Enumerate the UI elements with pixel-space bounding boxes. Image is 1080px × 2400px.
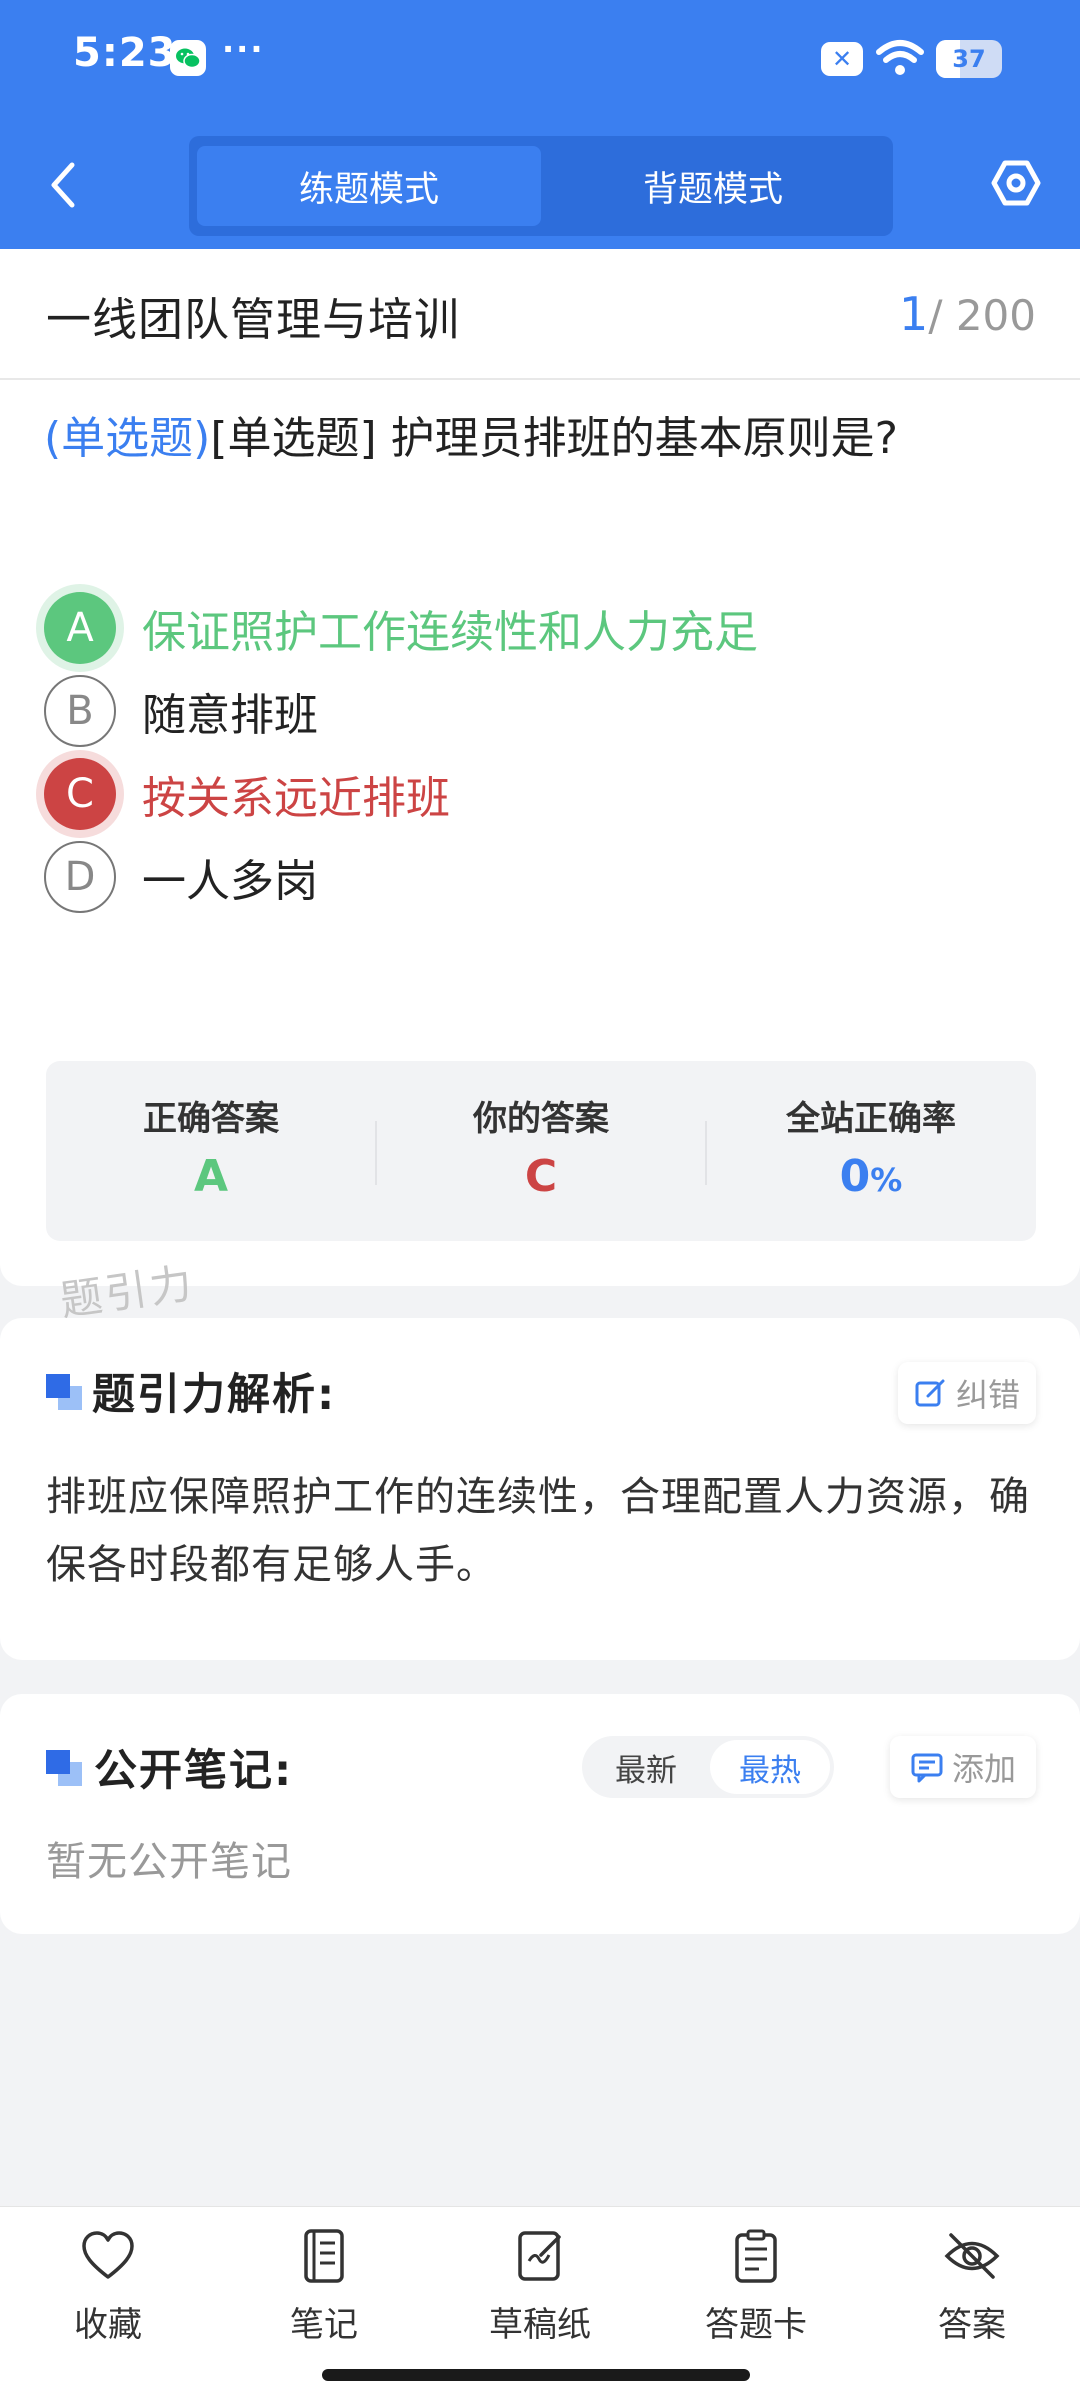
accuracy-rate-stat: 全站正确率 0% (706, 1061, 1036, 1241)
empty-notes-text: 暂无公开笔记 (46, 1839, 292, 1885)
status-time: 5:23 (73, 30, 177, 76)
wifi-icon (876, 40, 924, 75)
analysis-title: 题引力解析: (92, 1370, 337, 1420)
nav-label: 答案 (938, 2305, 1006, 2345)
current-question-number: 1 (899, 287, 929, 341)
question-text: [单选题] 护理员排班的基本原则是? (210, 413, 899, 464)
nav-label: 收藏 (74, 2305, 142, 2345)
option-b[interactable]: B 随意排班 (44, 673, 1024, 749)
tab-memorize-mode[interactable]: 背题模式 (541, 146, 885, 226)
no-sim-icon: ✕ (821, 42, 863, 76)
option-letter: C (44, 758, 116, 830)
question-type-tag: (单选题) (44, 413, 211, 464)
header: 5:23 ··· ✕ 37 练题模式 背题模式 (0, 0, 1080, 249)
sort-latest-button[interactable]: 最新 (586, 1740, 706, 1794)
option-d[interactable]: D 一人多岗 (44, 839, 1024, 915)
nav-answer[interactable]: 答案 (872, 2227, 1072, 2357)
nav-label: 笔记 (290, 2305, 358, 2345)
correct-answer-label: 正确答案 (143, 1099, 279, 1139)
option-letter: B (44, 675, 116, 747)
home-indicator (322, 2369, 750, 2381)
option-letter: A (44, 592, 116, 664)
public-notes-title: 公开笔记: (94, 1746, 294, 1796)
mode-tabs: 练题模式 背题模式 (189, 136, 893, 236)
more-notifications-icon: ··· (222, 30, 265, 68)
your-answer-stat: 你的答案 C (376, 1061, 706, 1241)
eye-off-icon (944, 2233, 1000, 2279)
option-text: 随意排班 (142, 690, 318, 741)
option-text: 保证照护工作连续性和人力充足 (142, 607, 758, 658)
notebook-icon (304, 2229, 344, 2283)
section-icon (46, 1750, 84, 1788)
settings-icon[interactable] (990, 157, 1042, 209)
notes-sort-toggle: 最新 最热 (582, 1736, 834, 1798)
nav-favorite[interactable]: 收藏 (8, 2227, 208, 2357)
option-letter: D (44, 841, 116, 913)
add-note-icon (911, 1753, 943, 1783)
correct-answer-stat: 正确答案 A (46, 1061, 376, 1241)
accuracy-rate-label: 全站正确率 (786, 1099, 956, 1139)
heart-icon (82, 2231, 134, 2279)
question-stem: (单选题)[单选题] 护理员排班的基本原则是? (44, 410, 1044, 467)
your-answer-label: 你的答案 (473, 1099, 609, 1139)
option-text: 按关系远近排班 (142, 773, 450, 824)
battery-text: 37 (952, 45, 986, 73)
option-c[interactable]: C 按关系远近排班 (44, 756, 1024, 832)
answer-sheet-icon (735, 2229, 777, 2283)
question-counter: 1/ 200 (899, 287, 1036, 341)
add-note-button[interactable]: 添加 (890, 1736, 1036, 1798)
report-error-button[interactable]: 纠错 (898, 1362, 1036, 1424)
analysis-text: 排班应保障照护工作的连续性，合理配置人力资源，确保各时段都有足够人手。 (46, 1474, 1030, 1588)
option-text: 一人多岗 (142, 856, 318, 907)
edit-icon (915, 1379, 945, 1407)
analysis-card: 题引力解析: 纠错 排班应保障照护工作的连续性，合理配置人力资源，确保各时段都有… (0, 1318, 1080, 1660)
battery-icon: 37 (936, 40, 1002, 78)
nav-label: 草稿纸 (489, 2305, 591, 2345)
tab-practice-mode[interactable]: 练题模式 (197, 146, 541, 226)
sort-hot-button[interactable]: 最热 (710, 1740, 830, 1794)
accuracy-rate-unit: % (870, 1161, 903, 1199)
subject-title: 一线团队管理与培训 (46, 293, 461, 346)
question-card: 一线团队管理与培训 1/ 200 (单选题)[单选题] 护理员排班的基本原则是?… (0, 249, 1080, 1286)
report-error-label: 纠错 (955, 1376, 1020, 1414)
correct-answer-value: A (193, 1151, 229, 1202)
divider (0, 378, 1080, 380)
total-questions: / 200 (928, 291, 1036, 340)
draft-paper-icon (518, 2231, 561, 2281)
wechat-icon (170, 40, 206, 76)
nav-label: 答题卡 (705, 2305, 807, 2345)
nav-draft-paper[interactable]: 草稿纸 (440, 2227, 640, 2357)
add-note-label: 添加 (951, 1750, 1016, 1788)
public-notes-card: 公开笔记: 最新 最热 添加 暂无公开笔记 (0, 1694, 1080, 1934)
your-answer-value: C (524, 1151, 558, 1202)
result-summary: 正确答案 A 你的答案 C 全站正确率 0% (46, 1061, 1036, 1241)
accuracy-rate-number: 0 (839, 1151, 871, 1202)
option-a[interactable]: A 保证照护工作连续性和人力充足 (44, 590, 1024, 666)
back-icon[interactable] (40, 155, 90, 215)
nav-answer-sheet[interactable]: 答题卡 (656, 2227, 856, 2357)
status-bar: 5:23 ··· ✕ 37 (0, 0, 1080, 120)
accuracy-rate-value: 0% (706, 1151, 1036, 1202)
nav-notes[interactable]: 笔记 (224, 2227, 424, 2357)
section-icon (46, 1374, 84, 1412)
